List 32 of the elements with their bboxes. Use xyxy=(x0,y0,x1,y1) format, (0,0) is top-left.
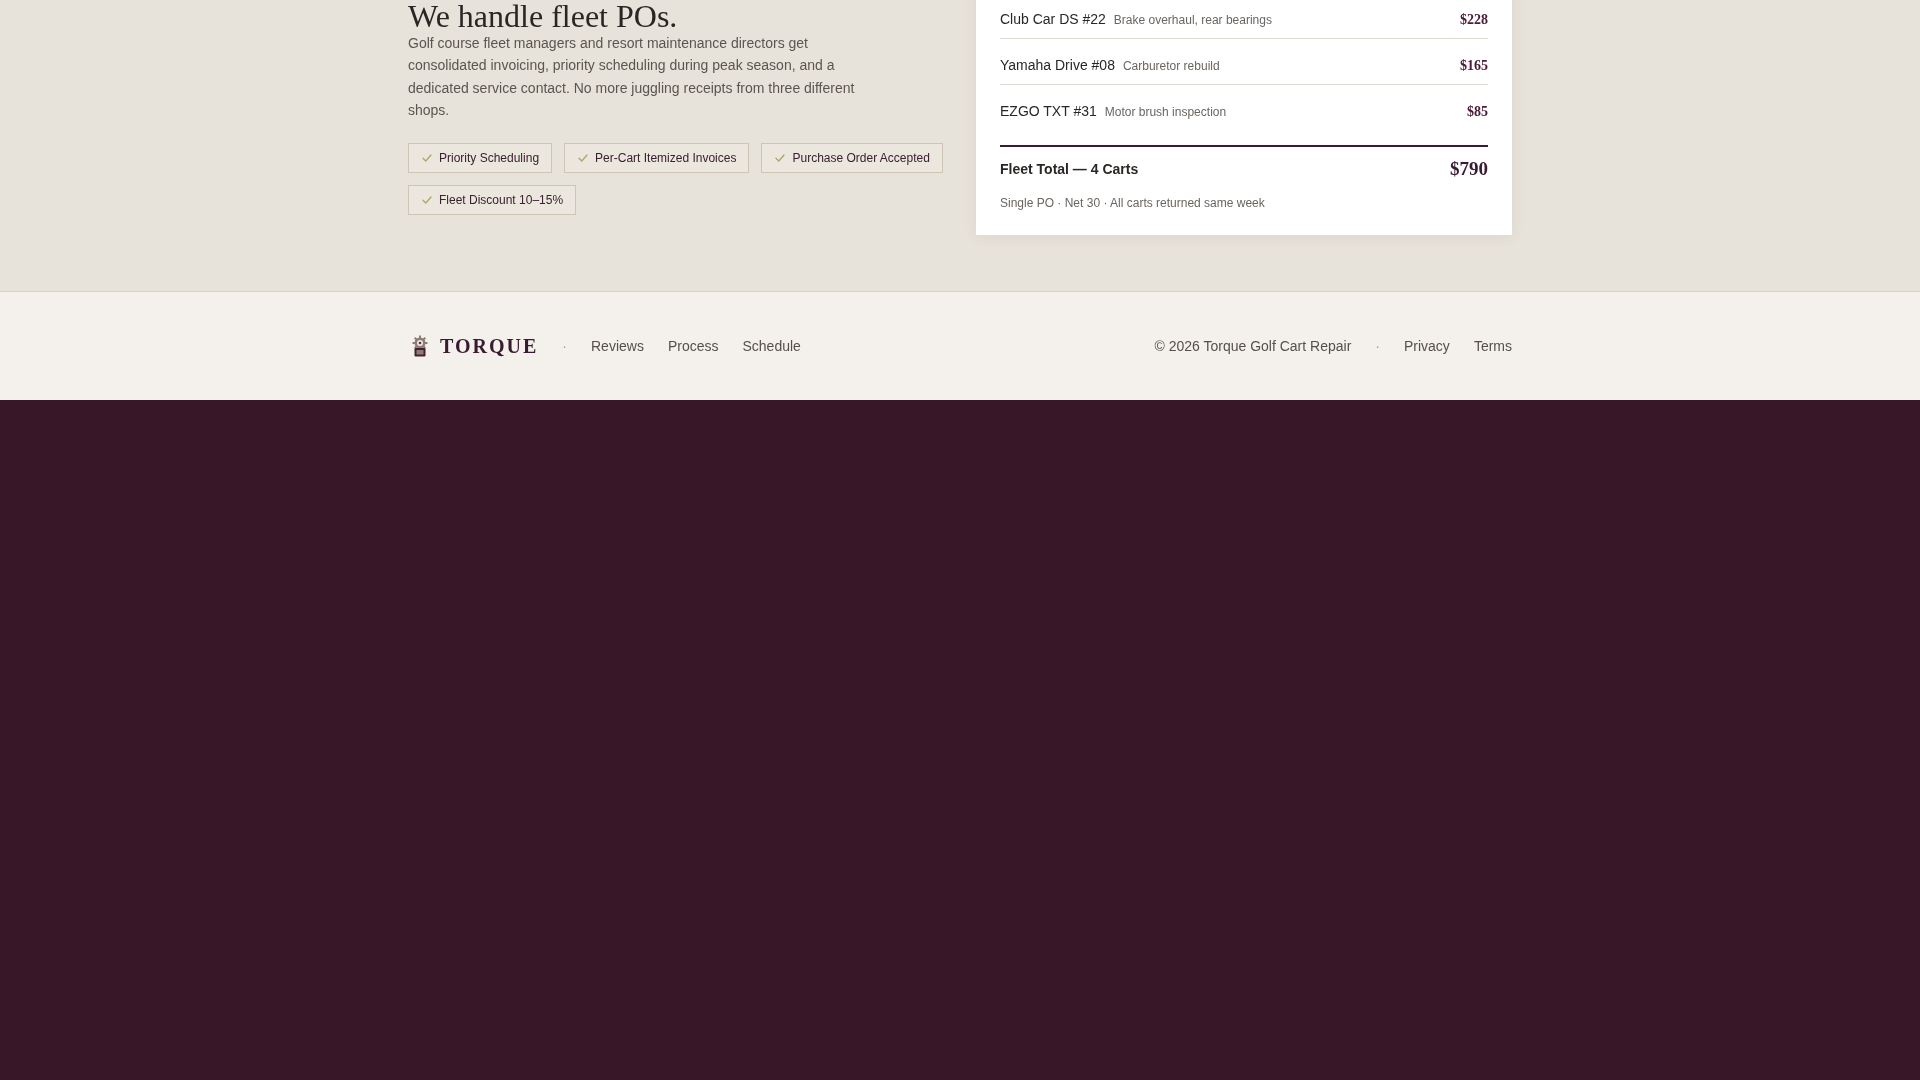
line-price: $165 xyxy=(1460,58,1488,74)
gear-emblem-icon xyxy=(412,335,428,357)
tag-label: Per-Cart Itemized Invoices xyxy=(595,149,737,166)
tag-label: Priority Scheduling xyxy=(439,149,540,166)
service-description: Brake overhaul, rear bearings xyxy=(1113,12,1272,28)
section-description: Golf course fleet managers and resort maintenance directors get consolidated invoicing, priority scheduling during peak season, and a dedicated service contact. No more juggling receipts from three different shops. xyxy=(408,34,856,121)
cart-name: Yamaha Drive #08 xyxy=(1000,57,1115,73)
check-icon xyxy=(578,153,589,162)
check-icon xyxy=(422,195,432,204)
service-description: Carburetor rebuild xyxy=(1122,58,1220,74)
footer-link[interactable]: Terms xyxy=(1473,336,1512,356)
separator-dot: · xyxy=(562,337,567,356)
tag-label: Fleet Discount 10–15% xyxy=(439,191,564,208)
section-heading: We handle fleet POs. xyxy=(408,0,679,32)
line-price: $228 xyxy=(1460,12,1488,28)
footer-link[interactable]: Reviews xyxy=(591,336,644,356)
check-icon xyxy=(422,153,432,162)
check-icon xyxy=(775,153,786,162)
brand-name: TORQUE xyxy=(440,335,539,357)
tag-label: Purchase Order Accepted xyxy=(792,149,930,166)
cart-name: EZGO TXT #31 xyxy=(1000,103,1097,119)
cart-name: Club Car DS #22 xyxy=(1000,11,1106,27)
copyright-text: © 2026 Torque Golf Cart Repair xyxy=(1154,337,1352,356)
terms-note: Single PO · Net 30 · All carts returned same week xyxy=(1000,195,1265,211)
footer-link[interactable]: Schedule xyxy=(742,336,801,356)
total-price: $790 xyxy=(1450,158,1488,180)
footer-link[interactable]: Privacy xyxy=(1403,336,1450,356)
service-description: Motor brush inspection xyxy=(1104,104,1227,120)
separator-dot: · xyxy=(1375,337,1380,356)
footer-link[interactable]: Process xyxy=(667,336,719,356)
total-label: Fleet Total — 4 Carts xyxy=(1000,160,1139,179)
line-price: $85 xyxy=(1467,104,1488,120)
